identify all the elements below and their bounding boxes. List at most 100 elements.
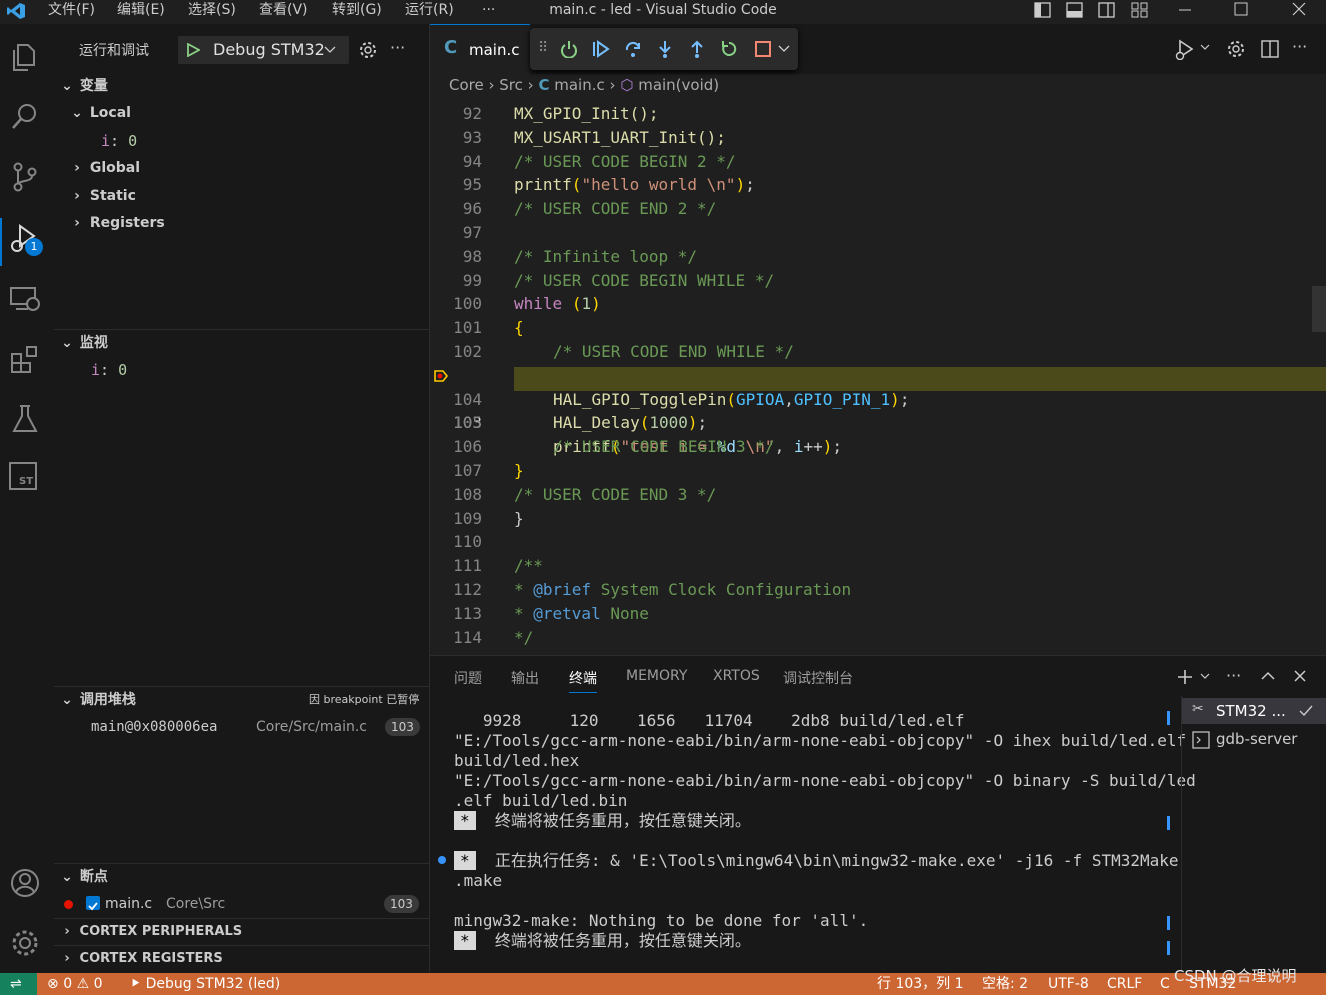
tab-xrtos[interactable]: XRTOS <box>713 668 760 684</box>
open-launch-json-gear-icon[interactable] <box>358 40 378 60</box>
terminal-item-stm32[interactable]: ✂ STM32 ... <box>1182 698 1326 724</box>
cursor-position[interactable]: 行 103，列 1 <box>877 973 964 995</box>
chevron-right-icon: › <box>74 188 80 204</box>
scope-local[interactable]: ⌄ Local <box>69 100 131 126</box>
menu-go[interactable]: 转到(G) <box>332 0 382 20</box>
breadcrumb-item-symbol[interactable]: main(void) <box>638 76 719 94</box>
menu-selection[interactable]: 选择(S) <box>188 0 236 20</box>
tab-output[interactable]: 输出 <box>511 668 539 688</box>
terminal-list: ✂ STM32 ... gdb-server <box>1181 696 1326 974</box>
extensions-icon[interactable] <box>8 342 42 376</box>
command-decoration-icon[interactable] <box>438 856 446 864</box>
chevron-down-icon[interactable] <box>1200 44 1210 52</box>
tab-memory[interactable]: MEMORY <box>626 668 687 684</box>
cortex-peripherals-header[interactable]: › CORTEX PERIPHERALS <box>54 919 429 945</box>
search-icon[interactable] <box>8 100 42 134</box>
stop-icon[interactable] <box>754 40 772 58</box>
menu-view[interactable]: 查看(V) <box>259 0 308 20</box>
line-number: 104 <box>453 389 482 409</box>
more-actions-icon[interactable]: ··· <box>1226 666 1241 685</box>
tab-main-c[interactable]: C main.c <box>430 24 530 75</box>
maximize-icon[interactable] <box>1234 2 1248 16</box>
language-mode[interactable]: C <box>1160 973 1170 995</box>
end-of-line[interactable]: CRLF <box>1107 973 1142 995</box>
indentation[interactable]: 空格: 2 <box>982 973 1028 995</box>
callstack-frame[interactable]: main@0x080006ea Core/Src/main.c 103 <box>91 714 420 740</box>
variable-value: 0 <box>128 132 138 150</box>
disconnect-icon[interactable] <box>560 40 578 58</box>
menu-edit[interactable]: 编辑(E) <box>117 0 165 20</box>
chevron-down-icon[interactable] <box>1200 673 1210 681</box>
testing-icon[interactable] <box>8 402 42 436</box>
debug-session-label: Debug STM32 (led) <box>145 976 281 992</box>
remote-explorer-icon[interactable] <box>8 282 42 316</box>
more-actions-icon[interactable]: ··· <box>1292 37 1307 56</box>
menu-more[interactable]: ··· <box>482 0 495 20</box>
st-label: ST <box>19 476 34 487</box>
debug-session-status[interactable]: ⯈ Debug STM32 (led) <box>130 973 280 995</box>
more-actions-icon[interactable]: ··· <box>390 38 405 57</box>
toggle-panel-icon[interactable] <box>1066 1 1084 19</box>
start-debug-icon[interactable] <box>186 43 200 57</box>
settings-gear-icon[interactable] <box>8 926 42 960</box>
code-line: */ <box>514 627 534 647</box>
step-into-icon[interactable] <box>656 40 674 58</box>
chevron-down-icon: ⌄ <box>61 335 73 351</box>
accounts-icon[interactable] <box>8 866 42 900</box>
tab-terminal[interactable]: 终端 <box>569 668 597 693</box>
step-over-icon[interactable] <box>624 40 642 58</box>
scope-global[interactable]: › Global <box>69 155 140 181</box>
cortex-registers-header[interactable]: › CORTEX REGISTERS <box>54 946 429 972</box>
code-token: @retval <box>533 603 601 623</box>
breadcrumb-item-src[interactable]: Src <box>499 76 523 94</box>
variables-section-header[interactable]: ⌄ 变量 <box>54 73 429 99</box>
debug-toolbar: ⠿ <box>530 28 798 70</box>
source-control-icon[interactable] <box>8 160 42 194</box>
toggle-sidebar-icon[interactable] <box>1034 1 1052 19</box>
chevron-right-icon: › <box>74 160 80 176</box>
breakpoint-current-arrow-icon[interactable] <box>433 368 449 384</box>
close-icon[interactable] <box>1292 2 1306 16</box>
split-editor-icon[interactable] <box>1260 39 1280 59</box>
tab-problems[interactable]: 问题 <box>454 668 482 688</box>
toggle-secondary-sidebar-icon[interactable] <box>1098 1 1116 19</box>
drag-handle-icon[interactable]: ⠿ <box>538 40 548 56</box>
chevron-down-icon[interactable] <box>778 44 790 54</box>
run-debug-editor-icon[interactable] <box>1174 38 1196 60</box>
variable-row[interactable]: i: 0 <box>101 128 137 154</box>
new-terminal-plus-icon[interactable] <box>1176 668 1194 686</box>
breakpoint-item[interactable]: main.c Core\Src 103 <box>62 891 419 917</box>
close-panel-icon[interactable] <box>1293 669 1307 683</box>
callstack-section-header[interactable]: ⌄ 调用堆栈 因 breakpoint 已暂停 <box>54 687 429 713</box>
breakpoint-checkbox[interactable] <box>86 896 100 911</box>
stm32-extension-icon[interactable]: ST <box>9 462 37 490</box>
line-number: 105 <box>453 413 482 433</box>
watch-expression-row[interactable]: i: 0 <box>91 357 127 383</box>
terminal-output[interactable]: 9928 120 1656 11704 2db8 build/led.elf "… <box>430 706 1196 974</box>
breadcrumb-item-file[interactable]: main.c <box>554 76 605 94</box>
terminal-item-gdb-server[interactable]: gdb-server <box>1182 726 1326 752</box>
terminal-line: .make <box>454 871 503 890</box>
remote-indicator[interactable]: ⇌ <box>0 973 37 995</box>
menu-file[interactable]: 文件(F) <box>48 0 95 20</box>
scope-registers[interactable]: › Registers <box>69 210 165 236</box>
watch-section-header[interactable]: ⌄ 监视 <box>54 330 429 356</box>
explorer-icon[interactable] <box>8 40 42 74</box>
breakpoints-section-header[interactable]: ⌄ 断点 <box>54 864 429 890</box>
maximize-panel-chevron-up-icon[interactable] <box>1260 669 1276 683</box>
tab-debug-console[interactable]: 调试控制台 <box>783 668 853 688</box>
customize-layout-icon[interactable] <box>1131 1 1149 19</box>
code-token: System Clock Configuration <box>600 580 852 599</box>
encoding[interactable]: UTF-8 <box>1048 973 1089 995</box>
problems-status[interactable]: ⊗ 0 ⚠ 0 <box>47 973 103 995</box>
continue-icon[interactable] <box>592 40 610 58</box>
scope-static[interactable]: › Static <box>69 183 136 209</box>
gear-icon[interactable] <box>1226 39 1246 59</box>
restart-icon[interactable] <box>720 40 738 58</box>
menu-run[interactable]: 运行(R) <box>405 0 454 20</box>
debug-config-select[interactable]: Debug STM32 <box>178 36 349 64</box>
step-out-icon[interactable] <box>688 40 706 58</box>
minimize-icon[interactable] <box>1178 4 1192 16</box>
code-editor[interactable]: 92 MX_GPIO_Init(); 93 MX_USART1_UART_Init(… <box>430 102 1326 654</box>
breadcrumb-item-core[interactable]: Core <box>449 76 484 94</box>
